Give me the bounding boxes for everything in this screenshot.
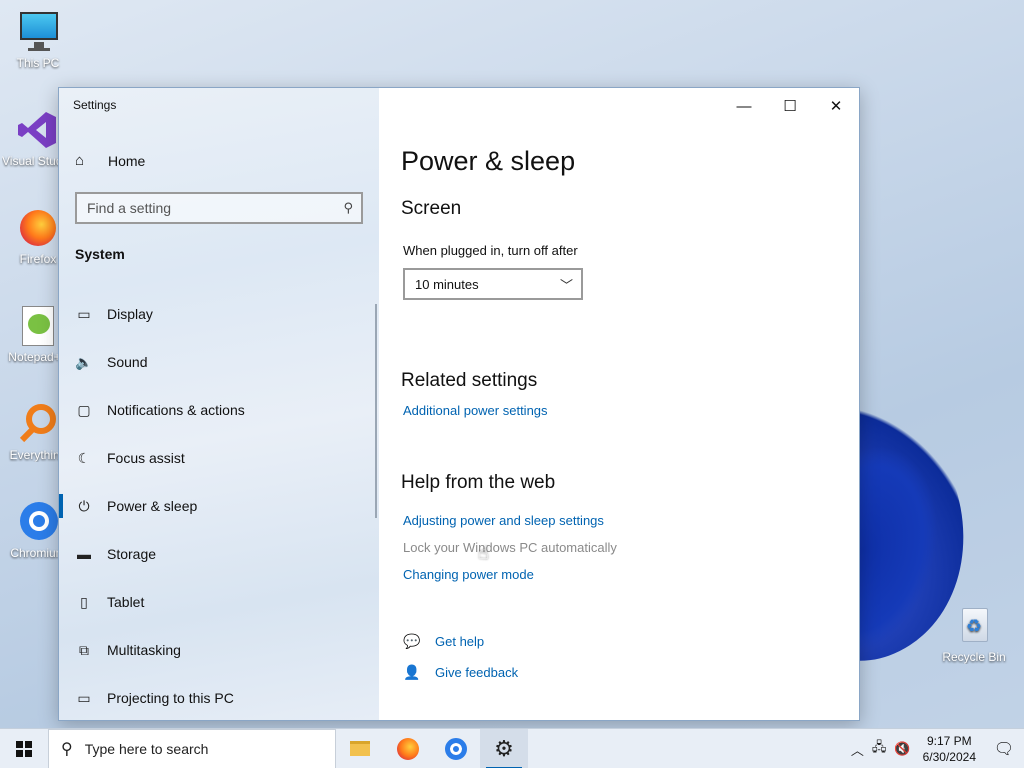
clock-date: 6/30/2024 xyxy=(922,750,976,764)
sidebar-item-notifications[interactable]: ▢ Notifications & actions xyxy=(59,386,377,434)
sidebar-item-label: Storage xyxy=(107,546,157,562)
recycle-bin-icon: ♻ xyxy=(952,604,996,648)
home-label: Home xyxy=(108,152,146,169)
action-center-button[interactable]: 🗨 xyxy=(984,739,1024,759)
taskbar: ⚲ Type here to search ⚙ ︿ 🖧 🔇 9:17 PM 6/… xyxy=(0,728,1024,768)
chromium-icon xyxy=(16,500,60,544)
sidebar-item-multitasking[interactable]: ⧉ Multitasking xyxy=(59,626,377,674)
sidebar-item-storage[interactable]: ▬ Storage xyxy=(59,530,377,578)
desktop-icon-label: Recycle Bin xyxy=(942,650,1006,664)
clock-time: 9:17 PM xyxy=(926,734,972,748)
main-content: — ☐ ✕ Power & sleep Screen When plugged … xyxy=(379,88,859,720)
sidebar-scrollbar[interactable] xyxy=(375,304,377,518)
multitasking-icon: ⧉ xyxy=(79,641,89,658)
close-icon: ✕ xyxy=(829,98,843,115)
taskbar-file-explorer[interactable] xyxy=(336,729,384,768)
sidebar: Settings ⌂ Home Find a setting ⚲ System … xyxy=(59,88,379,720)
search-placeholder: Find a setting xyxy=(87,200,172,216)
page-title: Power & sleep xyxy=(401,146,576,176)
screen-timeout-dropdown[interactable]: 10 minutes ﹀ xyxy=(403,268,583,300)
storage-icon: ▬ xyxy=(77,546,91,562)
sidebar-item-sound[interactable]: 🔈 Sound xyxy=(59,338,377,386)
maximize-icon: ☐ xyxy=(783,98,797,115)
notification-icon: 🗨 xyxy=(993,741,1015,758)
sidebar-item-label: Multitasking xyxy=(107,642,181,658)
help-link-adjusting-power[interactable]: Adjusting power and sleep settings xyxy=(403,513,604,528)
moon-icon: ☾ xyxy=(77,449,91,466)
chromium-icon xyxy=(445,737,467,760)
plugged-in-label: When plugged in, turn off after xyxy=(403,243,578,258)
sidebar-home[interactable]: ⌂ Home xyxy=(75,152,145,169)
find-setting-input[interactable]: Find a setting ⚲ xyxy=(75,192,363,224)
everything-search-icon xyxy=(16,402,60,446)
sidebar-item-power-sleep[interactable]: ⏻ Power & sleep xyxy=(59,482,377,530)
close-button[interactable]: ✕ xyxy=(813,92,859,120)
start-button[interactable] xyxy=(0,729,48,768)
sidebar-item-focus-assist[interactable]: ☾ Focus assist xyxy=(59,434,377,482)
taskbar-settings[interactable]: ⚙ xyxy=(480,728,528,768)
power-icon: ⏻ xyxy=(78,497,90,514)
chat-help-icon: 💬 xyxy=(403,633,421,649)
search-icon: ⚲ xyxy=(343,200,353,215)
home-icon: ⌂ xyxy=(75,152,85,169)
give-feedback-label: Give feedback xyxy=(435,665,519,680)
clock[interactable]: 9:17 PM 6/30/2024 xyxy=(923,733,976,765)
search-icon: ⚲ xyxy=(61,740,73,758)
firefox-icon xyxy=(397,737,419,760)
windows-logo-icon xyxy=(16,740,32,757)
system-tray: ︿ 🖧 🔇 9:17 PM 6/30/2024 🗨 xyxy=(847,729,1024,768)
chevron-up-icon[interactable]: ︿ xyxy=(851,740,864,759)
maximize-button[interactable]: ☐ xyxy=(767,92,813,120)
taskbar-firefox[interactable] xyxy=(384,729,432,768)
sidebar-item-label: Focus assist xyxy=(107,450,185,466)
give-feedback-link[interactable]: 👤 Give feedback xyxy=(403,664,518,681)
feedback-icon: 👤 xyxy=(403,664,421,680)
sidebar-item-display[interactable]: ▭ Display xyxy=(59,290,377,338)
minimize-icon: — xyxy=(736,97,752,115)
speaker-icon: 🔈 xyxy=(75,353,93,370)
sidebar-item-label: Display xyxy=(107,306,153,322)
sidebar-item-label: Power & sleep xyxy=(107,498,198,514)
display-icon: ▭ xyxy=(77,305,91,322)
additional-power-settings-link[interactable]: Additional power settings xyxy=(403,403,548,418)
firefox-icon xyxy=(16,206,60,250)
minimize-button[interactable]: — xyxy=(721,92,767,120)
monitor-icon xyxy=(16,10,60,54)
help-link-lock-pc[interactable]: Lock your Windows PC automatically xyxy=(403,540,617,555)
get-help-label: Get help xyxy=(435,634,485,649)
window-title: Settings xyxy=(73,98,117,112)
chevron-down-icon: ﹀ xyxy=(559,278,573,293)
sidebar-nav: ▭ Display 🔈 Sound ▢ Notifications & acti… xyxy=(59,290,377,722)
sidebar-item-label: Sound xyxy=(107,354,148,370)
taskbar-search-placeholder: Type here to search xyxy=(84,740,209,757)
visual-studio-icon xyxy=(16,108,60,152)
notifications-icon: ▢ xyxy=(77,401,91,418)
sidebar-item-label: Tablet xyxy=(107,594,145,610)
get-help-link[interactable]: 💬 Get help xyxy=(403,633,484,650)
screen-heading: Screen xyxy=(401,198,462,219)
desktop-icon-recycle-bin[interactable]: ♻ Recycle Bin xyxy=(938,604,1010,664)
settings-window: Settings ⌂ Home Find a setting ⚲ System … xyxy=(58,87,860,721)
sidebar-item-label: Notifications & actions xyxy=(107,402,245,418)
file-explorer-icon xyxy=(350,741,370,756)
sidebar-item-projecting[interactable]: ▭ Projecting to this PC xyxy=(59,674,377,722)
help-heading: Help from the web xyxy=(401,472,556,493)
taskbar-search-input[interactable]: ⚲ Type here to search xyxy=(48,728,336,768)
tablet-icon: ▯ xyxy=(80,593,88,610)
dropdown-value: 10 minutes xyxy=(415,276,479,292)
taskbar-chromium[interactable] xyxy=(432,729,480,768)
notepad-plus-plus-icon xyxy=(16,304,60,348)
help-link-power-mode[interactable]: Changing power mode xyxy=(403,567,534,582)
sidebar-item-label: Projecting to this PC xyxy=(107,690,234,706)
related-settings-heading: Related settings xyxy=(401,370,538,391)
section-title: System xyxy=(75,246,125,262)
hand-cursor-icon: ☝ xyxy=(478,543,489,563)
network-icon[interactable]: 🖧 xyxy=(872,738,887,760)
settings-gear-icon: ⚙ xyxy=(494,735,514,761)
projecting-icon: ▭ xyxy=(77,689,91,706)
desktop-icon-label: This PC xyxy=(16,56,60,70)
desktop-icon-this-pc[interactable]: This PC xyxy=(2,10,74,70)
volume-muted-icon[interactable]: 🔇 xyxy=(894,741,910,757)
sidebar-item-tablet[interactable]: ▯ Tablet xyxy=(59,578,377,626)
